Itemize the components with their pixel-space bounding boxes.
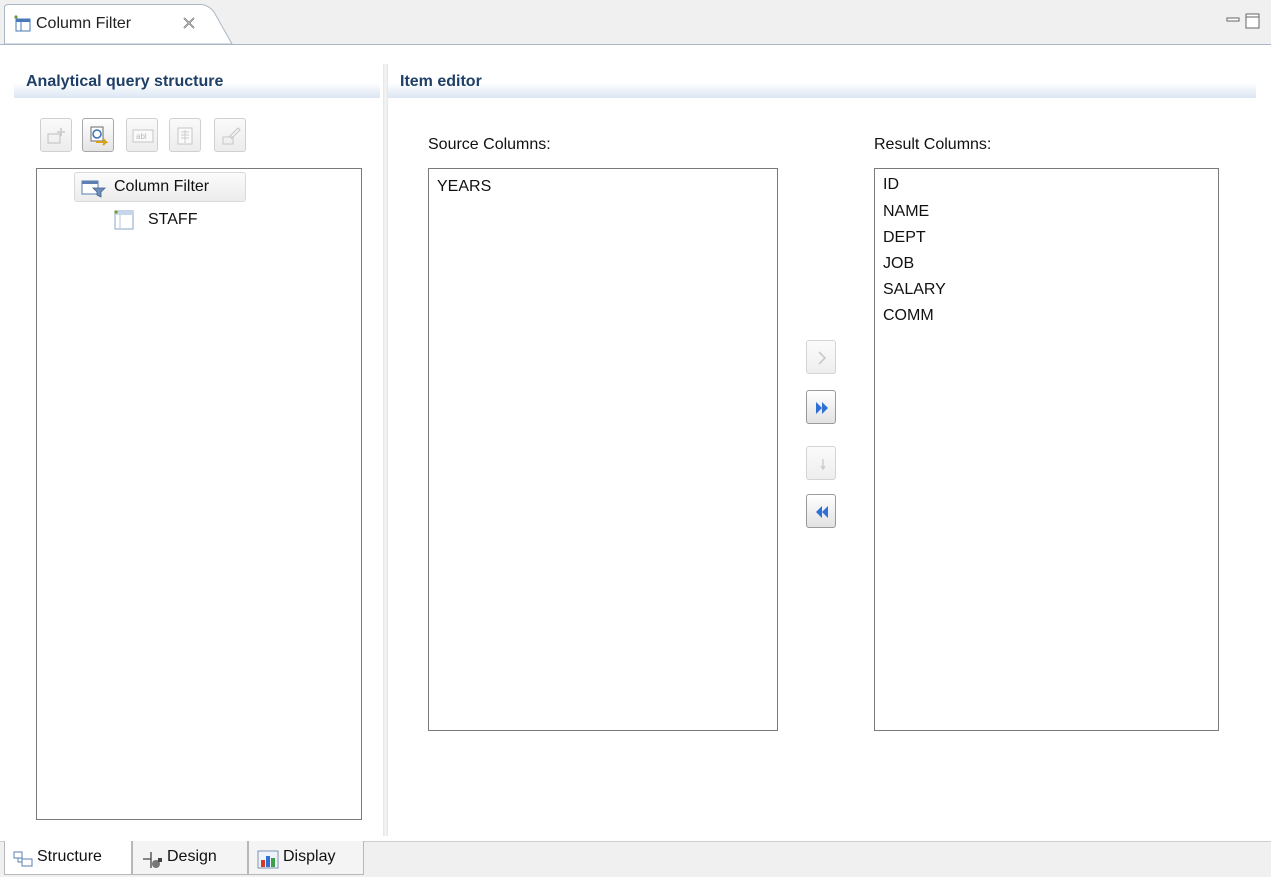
source-columns-label: Source Columns: [428,136,551,153]
remove-all-button[interactable] [806,494,836,528]
list-item[interactable]: JOB [883,251,914,277]
tab-title: Column Filter [36,15,132,32]
structure-section-title: Analytical query structure [26,73,224,90]
double-chevron-left-icon [816,506,828,518]
tab-label: Display [283,848,336,865]
chevron-right-icon [818,351,827,365]
maximize-icon[interactable] [1245,12,1261,30]
panel-sash[interactable] [383,64,388,836]
result-columns-list[interactable]: ID NAME DEPT JOB SALARY COMM [874,168,1219,731]
table-icon [114,210,134,230]
item-editor-section-header: Item editor [388,64,1256,98]
tab-label: Structure [37,848,102,865]
list-item[interactable]: DEPT [883,225,926,251]
item-editor-section-title: Item editor [400,73,482,90]
display-chart-icon [257,850,279,869]
add-node-icon [47,128,65,144]
close-icon[interactable] [180,14,198,32]
tree-node-label: STAFF [148,211,198,228]
column-filter-tab[interactable]: Column Filter [4,4,234,45]
rename-button[interactable]: abl [126,118,158,152]
query-structure-tree[interactable] [36,168,362,820]
design-icon [143,852,162,868]
tab-design[interactable]: Design [132,841,248,875]
tab-display[interactable]: Display [248,841,364,875]
column-filter-icon [13,14,33,34]
structure-section-header: Analytical query structure [14,64,380,98]
column-filter-node-icon [81,180,106,198]
tree-node-column-filter[interactable]: Column Filter [74,172,246,202]
structure-icon [13,851,33,867]
result-columns-label: Result Columns: [874,136,992,153]
double-chevron-right-icon [816,402,828,414]
svg-text:abl: abl [136,132,147,141]
tree-node-staff[interactable]: STAFF [112,206,232,234]
properties-button[interactable] [169,118,201,152]
search-node-button[interactable] [82,118,114,152]
search-node-icon [90,126,109,146]
add-selected-button[interactable] [806,340,836,374]
list-item[interactable]: COMM [883,303,934,329]
source-columns-list[interactable]: YEARS [428,168,778,731]
list-item[interactable]: SALARY [883,277,946,303]
list-item[interactable]: NAME [883,199,929,225]
chevron-left-icon [820,459,826,471]
edit-icon [222,127,241,145]
tab-label: Design [167,848,217,865]
remove-selected-button[interactable] [806,446,836,480]
rename-icon: abl [132,129,154,143]
minimize-icon[interactable] [1226,14,1242,28]
properties-icon [177,127,193,145]
edit-button[interactable] [214,118,246,152]
tree-node-label: Column Filter [114,178,210,195]
tab-structure[interactable]: Structure [4,841,132,875]
list-item[interactable]: ID [883,172,899,198]
list-item[interactable]: YEARS [437,174,491,200]
add-all-button[interactable] [806,390,836,424]
add-node-button[interactable] [40,118,72,152]
